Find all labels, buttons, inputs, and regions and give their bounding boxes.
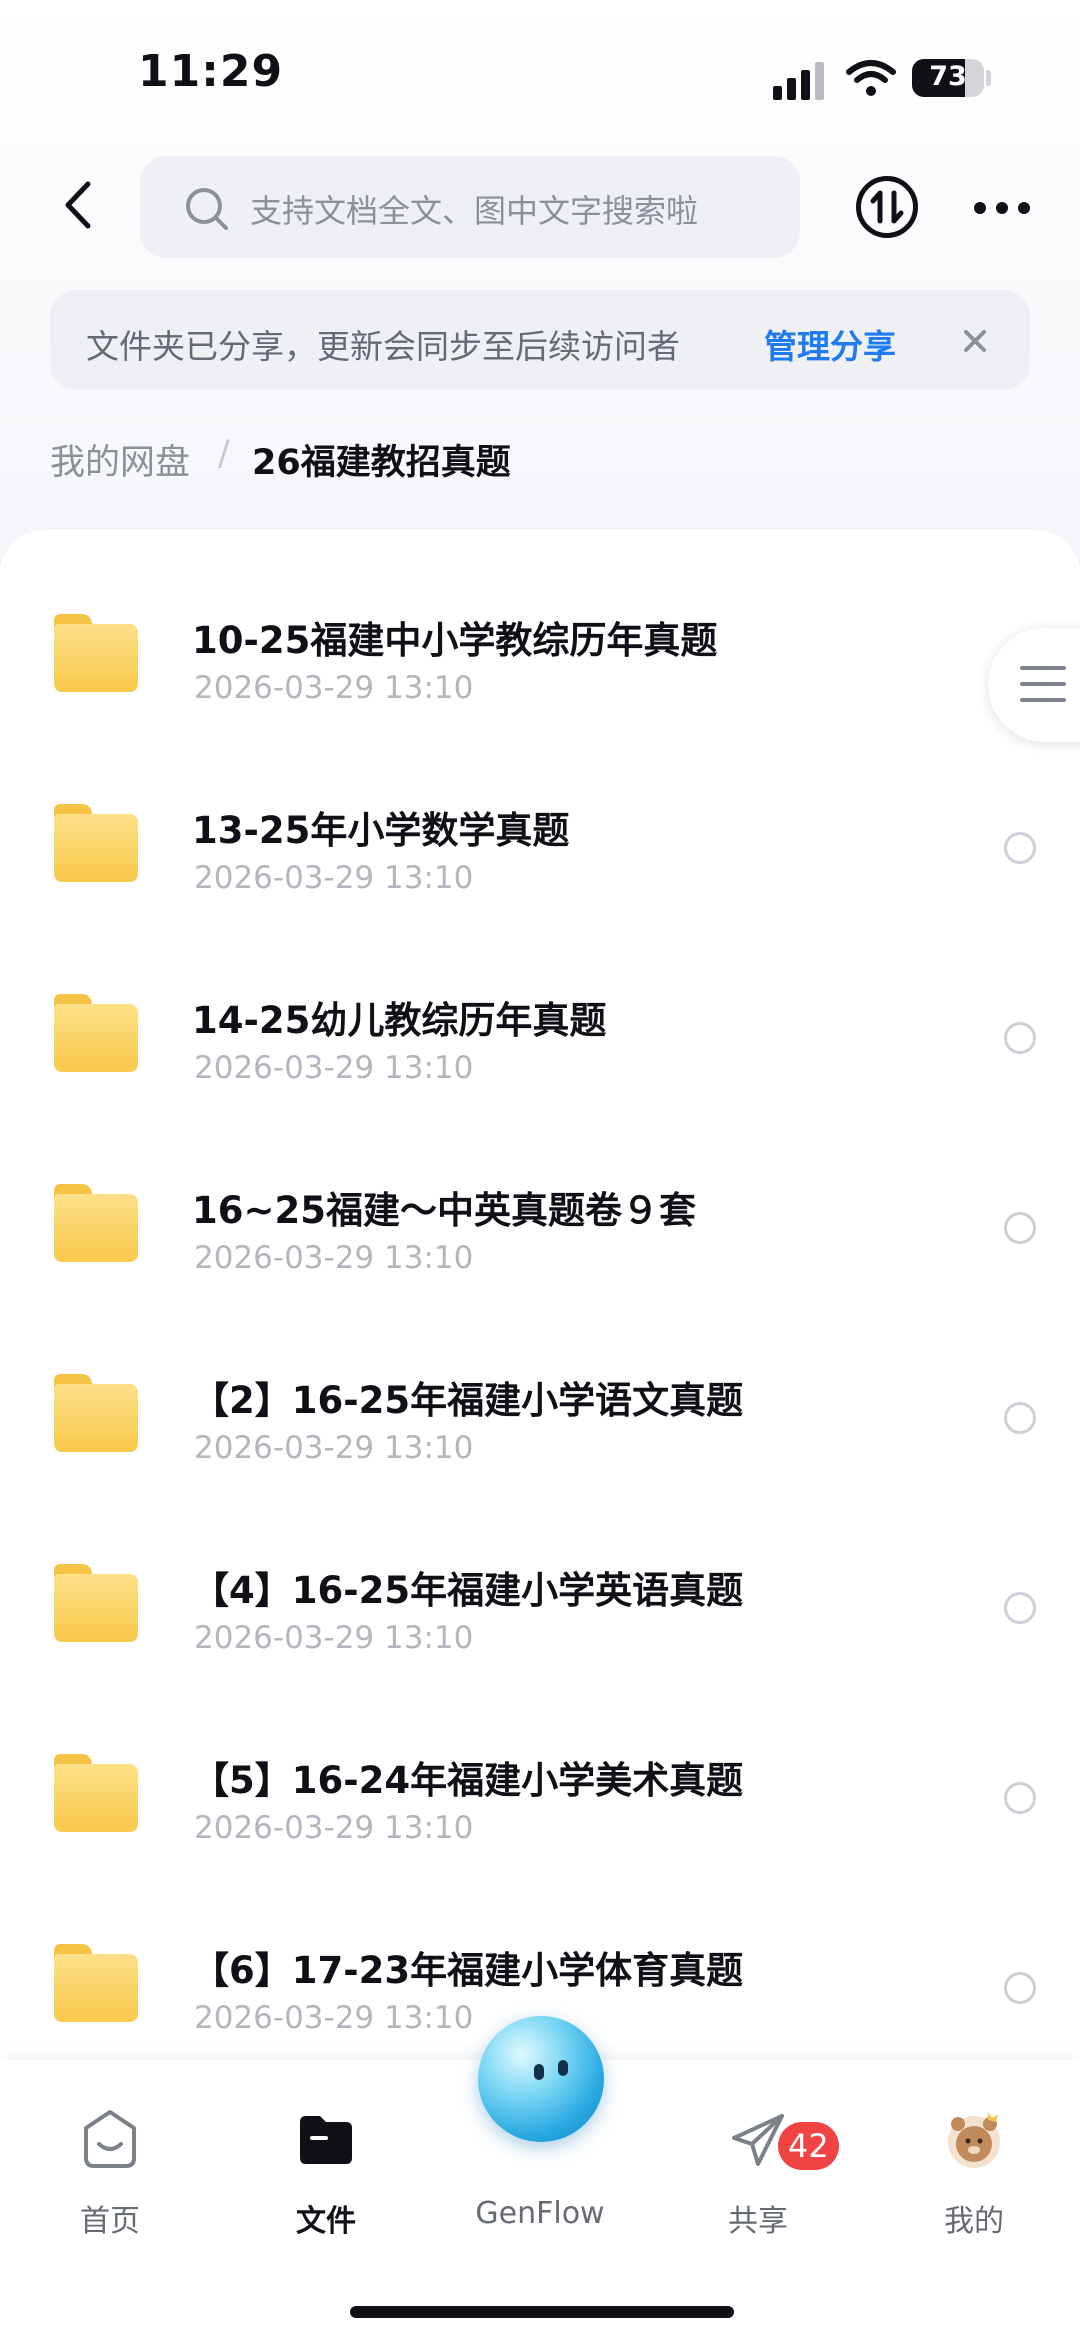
folder-icon [300, 2116, 352, 2164]
file-date: 2026-03-29 13:10 [194, 1620, 474, 1656]
battery-cap [986, 70, 991, 86]
select-checkbox[interactable] [1004, 1972, 1036, 2004]
breadcrumb-current: 26福建教招真题 [252, 443, 511, 483]
select-checkbox[interactable] [1004, 1212, 1036, 1244]
file-name: 【4】16-25年福建小学英语真题 [192, 1569, 744, 1612]
cellular-signal-icon [773, 60, 833, 100]
tab-mine[interactable]: 我的 [904, 2090, 1044, 2290]
file-name: 【5】16-24年福建小学美术真题 [192, 1759, 744, 1802]
folder-icon [54, 804, 138, 882]
folder-icon [54, 994, 138, 1072]
back-arrow-icon[interactable] [50, 170, 110, 240]
file-row[interactable]: 【4】16-25年福建小学英语真题 2026-03-29 13:10 [0, 1520, 1080, 1710]
breadcrumb-separator: / [218, 434, 230, 474]
file-row[interactable]: 10-25福建中小学教综历年真题 2026-03-29 13:10 [0, 570, 1080, 760]
home-indicator [350, 2306, 734, 2318]
file-row[interactable]: 13-25年小学数学真题 2026-03-29 13:10 [0, 760, 1080, 950]
genflow-orb-icon[interactable] [478, 2016, 604, 2142]
file-date: 2026-03-29 13:10 [194, 1050, 474, 1086]
tab-files[interactable]: 文件 [256, 2090, 396, 2290]
select-checkbox[interactable] [1004, 1592, 1036, 1624]
file-date: 2026-03-29 13:10 [194, 860, 474, 896]
search-icon [186, 188, 228, 230]
file-list: 10-25福建中小学教综历年真题 2026-03-29 13:10 13-25年小学… [0, 530, 1080, 2090]
breadcrumb-root[interactable]: 我的网盘 [50, 434, 190, 485]
tab-home[interactable]: 首页 [40, 2090, 180, 2290]
file-name: 14-25幼儿教综历年真题 [192, 999, 607, 1042]
share-badge: 42 [778, 2122, 839, 2170]
manage-share-link[interactable]: 管理分享 [764, 320, 896, 368]
select-checkbox[interactable] [1004, 832, 1036, 864]
file-name: 10-25福建中小学教综历年真题 [192, 619, 718, 662]
file-name: 【2】16-25年福建小学语文真题 [192, 1379, 744, 1422]
tab-home-label: 首页 [80, 2204, 140, 2239]
file-date: 2026-03-29 13:10 [194, 1430, 474, 1466]
more-menu-icon[interactable] [972, 196, 1032, 220]
file-row[interactable]: 16~25福建～中英真题卷９套 2026-03-29 13:10 [0, 1140, 1080, 1330]
tab-files-label: 文件 [296, 2204, 356, 2239]
select-checkbox[interactable] [1004, 1782, 1036, 1814]
file-name: 13-25年小学数学真题 [192, 809, 570, 852]
tab-share-label: 共享 [728, 2204, 788, 2239]
folder-icon [54, 1944, 138, 2022]
banner-text: 文件夹已分享，更新会同步至后续访问者 [86, 327, 680, 366]
transfer-button[interactable] [856, 176, 918, 238]
file-name: 16~25福建～中英真题卷９套 [192, 1189, 696, 1232]
select-checkbox[interactable] [1004, 1402, 1036, 1434]
share-banner: 文件夹已分享，更新会同步至后续访问者 管理分享 [50, 290, 1030, 390]
select-checkbox[interactable] [1004, 1022, 1036, 1054]
tab-mine-label: 我的 [944, 2204, 1004, 2239]
avatar [948, 2112, 1000, 2168]
home-icon [84, 2110, 136, 2168]
folder-icon [54, 1564, 138, 1642]
file-name: 【6】17-23年福建小学体育真题 [192, 1949, 744, 1992]
wifi-icon [846, 60, 896, 96]
battery-level: 73 [929, 61, 967, 92]
search-bar[interactable]: 支持文档全文、图中文字搜索啦 [140, 156, 800, 258]
folder-icon [54, 614, 138, 692]
status-time: 11:29 [138, 46, 284, 97]
file-row[interactable]: 【2】16-25年福建小学语文真题 2026-03-29 13:10 [0, 1330, 1080, 1520]
folder-icon [54, 1754, 138, 1832]
folder-icon [54, 1184, 138, 1262]
transfer-arrows-icon [870, 190, 904, 224]
file-row[interactable]: 【5】16-24年福建小学美术真题 2026-03-29 13:10 [0, 1710, 1080, 1900]
battery-icon: 73 [912, 59, 984, 97]
tab-share[interactable]: 共享 [688, 2090, 828, 2290]
folder-icon [54, 1374, 138, 1452]
file-row[interactable]: 14-25幼儿教综历年真题 2026-03-29 13:10 [0, 950, 1080, 1140]
tab-genflow-label: GenFlow [475, 2196, 605, 2231]
search-placeholder: 支持文档全文、图中文字搜索啦 [250, 192, 699, 230]
file-date: 2026-03-29 13:10 [194, 1240, 474, 1276]
file-date: 2026-03-29 13:10 [194, 1810, 474, 1846]
close-icon[interactable] [950, 316, 1000, 366]
file-date: 2026-03-29 13:10 [194, 2000, 474, 2036]
file-date: 2026-03-29 13:10 [194, 670, 474, 706]
